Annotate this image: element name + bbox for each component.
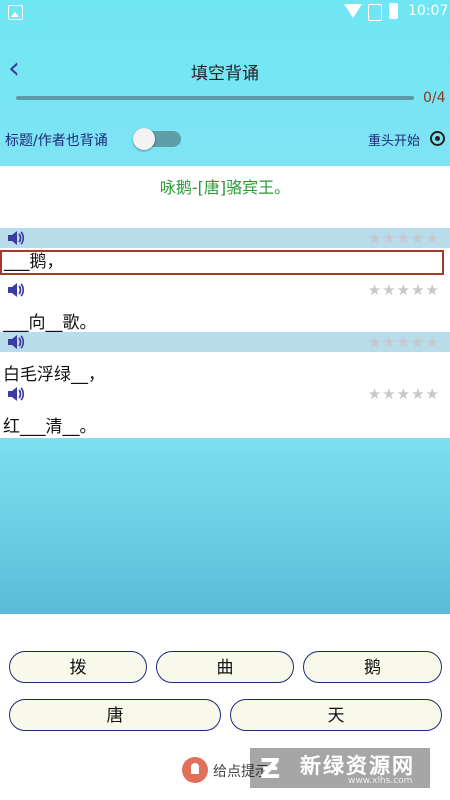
poem-line: ★★★★★ ___鹅， (0, 228, 450, 280)
rating-stars: ★★★★★ (367, 229, 440, 247)
poem-line: ★★★★★ 白毛浮绿__， (0, 332, 450, 385)
line-header: ★★★★★ (0, 332, 450, 352)
poem-title: 咏鹅-[唐]骆宾王。 (159, 178, 291, 197)
content-background (0, 438, 450, 614)
poem-title-row: 咏鹅-[唐]骆宾王。 (0, 166, 450, 228)
choice-button[interactable]: 曲 (156, 651, 294, 683)
battery-icon (389, 3, 398, 19)
recite-title-toggle[interactable] (133, 128, 181, 150)
line-text[interactable]: ___向__歌。 (3, 308, 97, 333)
line-header: ★★★★★ (0, 228, 450, 248)
rating-stars: ★★★★★ (367, 333, 440, 351)
restart-button[interactable]: 重头开始 (368, 130, 420, 149)
status-bar: 10:07 (0, 0, 450, 24)
status-time: 10:07 (408, 3, 449, 19)
speaker-icon[interactable] (6, 385, 25, 403)
page-title: 填空背诵 (191, 64, 259, 84)
watermark-logo: Ƶ (260, 752, 281, 785)
line-text[interactable]: 白毛浮绿__， (3, 360, 105, 385)
choice-button[interactable]: 唐 (9, 699, 221, 731)
poem-lines: ★★★★★ ___鹅， ★★★★★ ___向__歌。 ★★★★★ 白毛浮绿__， ★★★★★… (0, 228, 450, 437)
restart-icon[interactable] (430, 131, 445, 146)
poem-line: ★★★★★ ___向__歌。 (0, 280, 450, 333)
nav-bar: ‹ 填空背诵 (0, 44, 450, 94)
lightbulb-icon (182, 757, 208, 783)
speaker-icon[interactable] (6, 333, 25, 351)
no-sim-icon (368, 4, 382, 21)
poem-line: ★★★★★ 红___清__。 (0, 384, 450, 437)
watermark: Ƶ 新绿资源网 www.xlhs.com (250, 748, 430, 788)
line-text[interactable]: 红___清__。 (3, 412, 97, 437)
options-row: 标题/作者也背诵 重头开始 (0, 128, 450, 152)
rating-stars: ★★★★★ (367, 281, 440, 299)
line-header: ★★★★★ (0, 384, 450, 404)
choice-button[interactable]: 鹅 (303, 651, 442, 683)
line-text[interactable]: ___鹅， (0, 250, 444, 275)
speaker-icon[interactable] (6, 281, 25, 299)
rating-stars: ★★★★★ (367, 385, 440, 403)
progress-bar (16, 96, 414, 100)
line-header: ★★★★★ (0, 280, 450, 300)
watermark-url: www.xlhs.com (348, 776, 413, 786)
speaker-icon[interactable] (6, 229, 25, 247)
choice-button[interactable]: 天 (230, 699, 442, 731)
toggle-knob (133, 128, 155, 150)
toggle-label: 标题/作者也背诵 (5, 133, 108, 149)
wifi-icon (344, 4, 362, 18)
progress-text: 0/4 (423, 90, 446, 106)
choice-button[interactable]: 拨 (9, 651, 147, 683)
image-notification-icon (8, 5, 23, 20)
